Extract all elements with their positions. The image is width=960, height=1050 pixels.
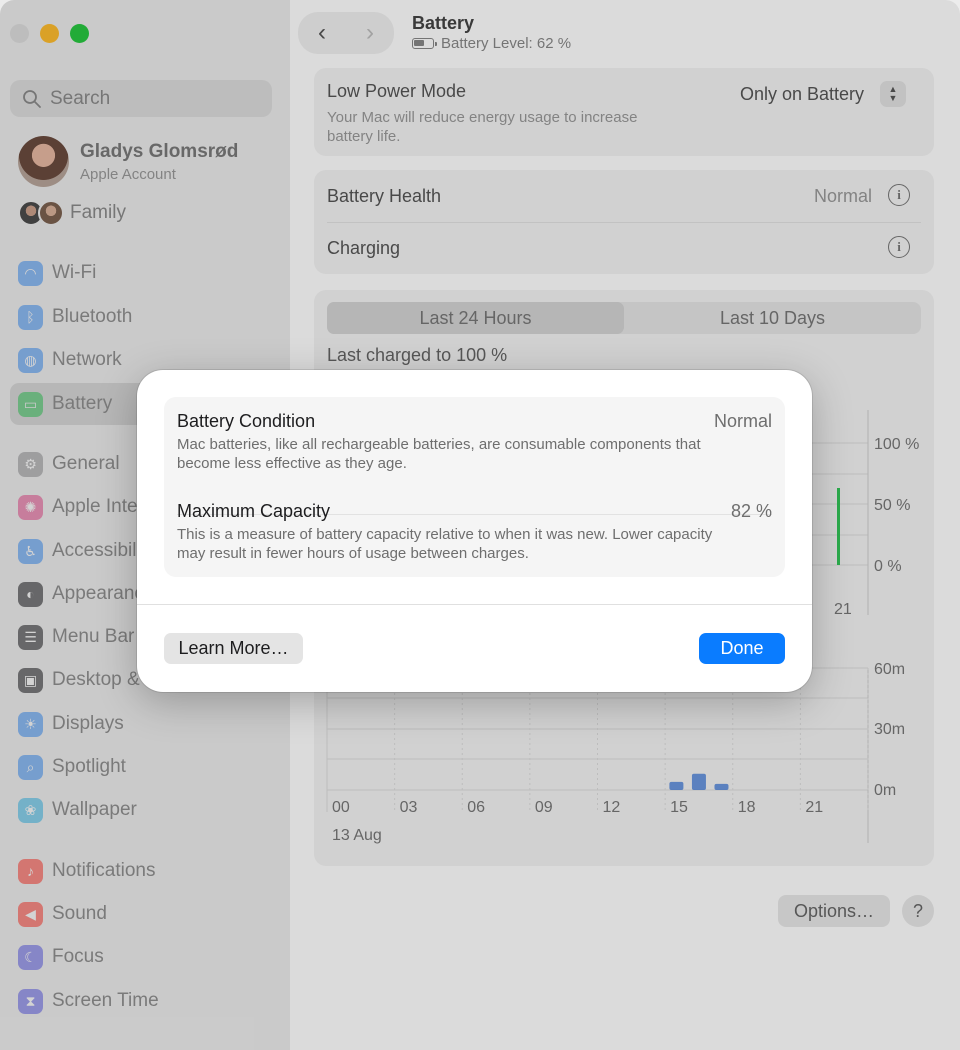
battery-health-dialog: Battery Condition Normal Mac batteries, … (137, 370, 812, 692)
settings-window: Gladys Glomsrød Apple Account Family ◠Wi… (0, 0, 960, 1050)
done-button[interactable]: Done (699, 633, 785, 664)
maximum-capacity-description: This is a measure of battery capacity re… (177, 526, 713, 562)
dialog-info-group: Battery Condition Normal Mac batteries, … (164, 397, 785, 577)
dialog-separator (137, 604, 812, 605)
battery-condition-title: Battery Condition (177, 411, 316, 431)
learn-more-button[interactable]: Learn More… (164, 633, 303, 664)
battery-condition-value: Normal (713, 411, 772, 431)
battery-condition-description: Mac batteries, like all rechargeable bat… (177, 436, 701, 472)
maximum-capacity-value: 82 % (730, 501, 772, 521)
maximum-capacity-title: Maximum Capacity (177, 501, 331, 521)
